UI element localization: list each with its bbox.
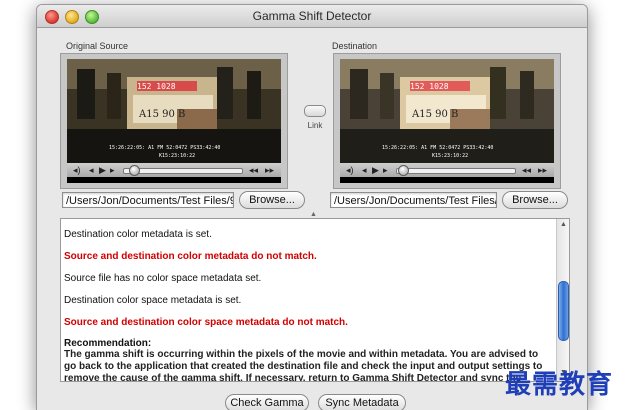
rewind-icon[interactable]: ◂◂ xyxy=(249,164,258,176)
log-line-error: Source and destination color space metad… xyxy=(64,317,348,328)
log-line: Destination color metadata is set. xyxy=(64,229,212,240)
play-icon[interactable]: ▶ xyxy=(99,164,106,176)
destination-video[interactable]: 152 1028 A15 90 B 15:26:22:05: A1 FM 52:… xyxy=(340,59,554,183)
log-scroll-thumb[interactable] xyxy=(558,281,569,341)
source-seek-bar[interactable] xyxy=(123,168,243,174)
destination-browse-button[interactable]: Browse... xyxy=(502,191,568,209)
volume-icon[interactable]: ◂) xyxy=(346,164,354,176)
log-line-error: Source and destination color metadata do… xyxy=(64,251,317,262)
link-chain-icon xyxy=(304,105,326,117)
destination-path-field[interactable]: /Users/Jon/Documents/Test Files/9 xyxy=(330,192,497,208)
destination-video-panel: 152 1028 A15 90 B 15:26:22:05: A1 FM 52:… xyxy=(333,53,561,189)
source-label: Original Source xyxy=(66,41,129,51)
split-view-divider-handle[interactable]: ▲ xyxy=(310,211,317,218)
source-browse-button[interactable]: Browse... xyxy=(239,191,305,209)
sync-metadata-button[interactable]: Sync Metadata xyxy=(318,394,406,410)
step-forward-icon[interactable]: ▸ xyxy=(383,164,388,176)
destination-seek-knob[interactable] xyxy=(398,165,409,176)
source-seek-knob[interactable] xyxy=(129,165,140,176)
svg-text:152 1028: 152 1028 xyxy=(137,82,176,91)
source-timecode-overlay-2: K15:23:10:22 xyxy=(159,153,195,159)
source-timecode-overlay: 15:26:22:05: A1 FM 52:0472 PS33:42:40 xyxy=(109,145,220,151)
log-scrollbar[interactable]: ▲ ▼ xyxy=(556,219,569,381)
fast-forward-icon[interactable]: ▸▸ xyxy=(538,164,547,176)
recommendation-text: The gamma shift is occurring within the … xyxy=(64,349,543,382)
rewind-icon[interactable]: ◂◂ xyxy=(522,164,531,176)
scroll-up-icon[interactable]: ▲ xyxy=(560,221,567,228)
recommendation-title: Recommendation: xyxy=(64,338,152,349)
destination-playback-controls: ◂) ◂ ▶ ▸ ◂◂ ▸▸ xyxy=(340,163,554,177)
title-bar: Gamma Shift Detector xyxy=(37,5,587,28)
source-path-field[interactable]: /Users/Jon/Documents/Test Files/9 xyxy=(62,192,234,208)
source-video-panel: 152 1028 A15 90 B 15:26:22:05: A1 FM 52:… xyxy=(60,53,288,189)
svg-text:A15 90 B: A15 90 B xyxy=(411,109,458,120)
play-icon[interactable]: ▶ xyxy=(372,164,379,176)
source-video-frame-image: 152 1028 A15 90 B 15:26:22:05: A1 FM 52:… xyxy=(67,59,281,163)
check-gamma-button[interactable]: Check Gamma xyxy=(225,394,309,410)
link-label: Link xyxy=(307,121,323,130)
svg-text:152 1028: 152 1028 xyxy=(410,82,449,91)
destination-video-frame-image: 152 1028 A15 90 B 15:26:22:05: A1 FM 52:… xyxy=(340,59,554,163)
destination-seek-bar[interactable] xyxy=(396,168,516,174)
step-forward-icon[interactable]: ▸ xyxy=(110,164,115,176)
link-button[interactable]: Link xyxy=(304,105,326,133)
window-content: Original Source 152 1028 A15 90 B 15:26:… xyxy=(37,28,587,410)
destination-timecode-overlay: 15:26:22:05: A1 FM 52:0472 PS33:42:40 xyxy=(382,145,493,151)
log-line: Destination color space metadata is set. xyxy=(64,295,242,306)
svg-text:A15 90 B: A15 90 B xyxy=(138,109,185,120)
source-video[interactable]: 152 1028 A15 90 B 15:26:22:05: A1 FM 52:… xyxy=(67,59,281,183)
app-window: Gamma Shift Detector Original Source 152… xyxy=(36,4,588,410)
source-playback-controls: ◂) ◂ ▶ ▸ ◂◂ ▸▸ xyxy=(67,163,281,177)
fast-forward-icon[interactable]: ▸▸ xyxy=(265,164,274,176)
watermark-logo: 最需教育 xyxy=(505,370,614,400)
log-line: Source file has no color space metadata … xyxy=(64,273,262,284)
window-title: Gamma Shift Detector xyxy=(252,9,372,23)
destination-label: Destination xyxy=(332,41,378,51)
log-text-view[interactable]: Destination color metadata is set. Sourc… xyxy=(60,218,570,382)
step-back-icon[interactable]: ◂ xyxy=(362,164,367,176)
step-back-icon[interactable]: ◂ xyxy=(89,164,94,176)
destination-timecode-overlay-2: K15:23:10:22 xyxy=(432,153,468,159)
volume-icon[interactable]: ◂) xyxy=(73,164,81,176)
